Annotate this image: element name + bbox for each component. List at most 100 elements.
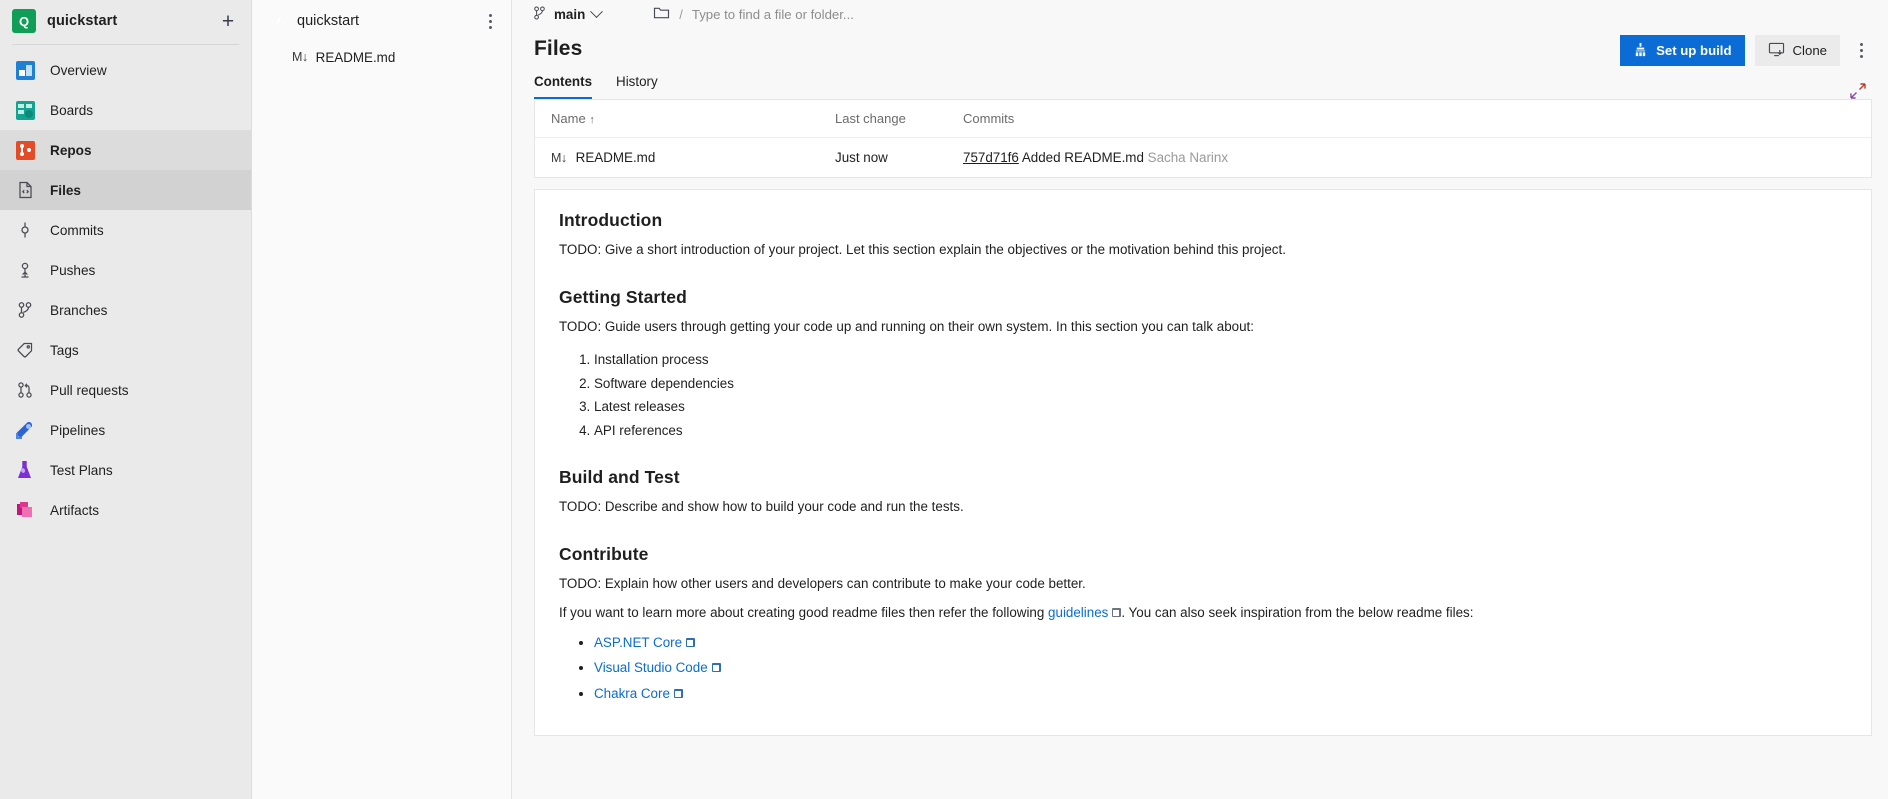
sidebar-item-test-plans[interactable]: Test Plans [0, 450, 251, 490]
sidebar-item-label: Boards [50, 102, 94, 118]
set-up-build-button[interactable]: Set up build [1620, 35, 1745, 66]
more-actions-icon[interactable] [1850, 39, 1872, 63]
readme-paragraph: TODO: Explain how other users and develo… [559, 576, 1086, 592]
sidebar: Q quickstart + Overview Boards Repos Fil… [0, 0, 252, 799]
clone-button[interactable]: Clone [1754, 35, 1840, 66]
test-plans-icon [14, 459, 36, 481]
sidebar-item-label: Files [50, 182, 81, 198]
sidebar-item-boards[interactable]: Boards [0, 90, 251, 130]
sidebar-item-files[interactable]: Files [0, 170, 251, 210]
push-icon [14, 259, 36, 281]
tab-bar: Contents History [534, 74, 1866, 99]
aspnet-core-link[interactable]: ASP.NET Core [594, 635, 682, 650]
external-link-icon [1112, 608, 1122, 618]
more-options-icon[interactable] [479, 9, 501, 33]
list-item: Installation process [594, 350, 1847, 369]
set-up-build-label: Set up build [1656, 43, 1732, 58]
sidebar-item-repos[interactable]: Repos [0, 130, 251, 170]
project-header: Q quickstart + [0, 0, 251, 42]
tree-file-item[interactable]: M↓ README.md [252, 42, 511, 72]
sidebar-item-artifacts[interactable]: Artifacts [0, 490, 251, 530]
project-avatar: Q [12, 9, 36, 33]
sidebar-item-branches[interactable]: Branches [0, 290, 251, 330]
readme-heading: Build and Test [559, 466, 680, 487]
readme-link-list: ASP.NET Core Visual Studio Code Chakra C… [559, 633, 1847, 703]
header-actions: Set up build Clone [1620, 35, 1872, 66]
commit-message: Added README.md [1021, 150, 1144, 165]
clone-icon [1768, 42, 1785, 60]
external-link-icon [711, 663, 721, 673]
sidebar-item-pushes[interactable]: Pushes [0, 250, 251, 290]
path-separator: / [679, 7, 683, 22]
closing-text-before: If you want to learn more about creating… [559, 605, 1049, 621]
branch-name: main [554, 7, 586, 22]
branch-selector[interactable]: main [526, 3, 607, 26]
readme-paragraph: TODO: Guide users through getting your c… [559, 319, 1254, 335]
sidebar-item-label: Repos [50, 142, 92, 158]
markdown-icon: M↓ [551, 150, 567, 165]
readme-closing-paragraph: If you want to learn more about creating… [559, 603, 1847, 623]
file-search-input[interactable]: Type to find a file or folder... [692, 7, 854, 22]
sidebar-item-label: Test Plans [50, 462, 113, 478]
readme-heading: Contribute [559, 544, 649, 565]
overview-icon [14, 59, 36, 81]
file-list-card: Name ↑ Last change Commits M↓ README.md … [534, 99, 1872, 178]
closing-text-after: . You can also seek inspiration from the… [1121, 605, 1474, 621]
sidebar-item-label: Commits [50, 222, 104, 238]
external-link-icon [673, 688, 683, 698]
folder-icon [653, 6, 670, 23]
breadcrumb-bar: main / Type to find a file or folder... [512, 0, 1888, 29]
file-name-link[interactable]: README.md [576, 150, 656, 165]
sidebar-item-label: Pushes [50, 262, 96, 278]
repo-tree-pane: quickstart M↓ README.md [252, 0, 512, 799]
tag-icon [14, 339, 36, 361]
commit-author: Sacha Narinx [1147, 150, 1229, 165]
readme-paragraph: TODO: Give a short introduction of your … [559, 242, 1286, 257]
column-name-label: Name [551, 111, 586, 126]
tab-history[interactable]: History [616, 74, 658, 99]
column-commits[interactable]: Commits [963, 100, 1871, 138]
page-header: Files Contents History Set up build Clon… [512, 29, 1888, 99]
chevron-down-icon [590, 5, 604, 19]
expand-icon[interactable] [1848, 81, 1870, 103]
sidebar-item-label: Overview [50, 62, 107, 78]
cell-file-name: M↓ README.md [535, 138, 835, 178]
sidebar-item-pull-requests[interactable]: Pull requests [0, 370, 251, 410]
chakra-core-link[interactable]: Chakra Core [594, 686, 670, 701]
git-repo-icon [270, 13, 287, 30]
cell-commit: 757d71f6 Added README.md Sacha Narinx [963, 138, 1871, 178]
tree-file-name: README.md [315, 49, 396, 65]
sidebar-item-label: Pipelines [50, 422, 106, 438]
add-icon[interactable]: + [215, 8, 241, 34]
commit-icon [14, 219, 36, 241]
readme-heading: Getting Started [559, 287, 687, 308]
list-item: Visual Studio Code [594, 658, 1847, 678]
branch-icon [14, 299, 36, 321]
table-row[interactable]: M↓ README.md Just now 757d71f6 Added REA… [535, 138, 1871, 178]
sidebar-item-label: Pull requests [50, 382, 129, 398]
readme-paragraph: TODO: Describe and show how to build you… [559, 498, 964, 514]
sidebar-item-overview[interactable]: Overview [0, 50, 251, 90]
list-item: Chakra Core [594, 684, 1847, 704]
path-breadcrumb: / Type to find a file or folder... [653, 6, 854, 23]
column-name[interactable]: Name ↑ [535, 100, 835, 138]
list-item: Latest releases [594, 397, 1847, 416]
tab-contents[interactable]: Contents [534, 74, 593, 99]
sidebar-item-commits[interactable]: Commits [0, 210, 251, 250]
pipelines-icon [14, 419, 36, 441]
sidebar-item-pipelines[interactable]: Pipelines [0, 410, 251, 450]
file-table: Name ↑ Last change Commits M↓ README.md … [535, 100, 1871, 177]
guidelines-link[interactable]: guidelines [1048, 605, 1108, 620]
external-link-icon [686, 638, 696, 648]
column-last-change[interactable]: Last change [835, 100, 963, 138]
readme-heading: Introduction [559, 210, 663, 230]
repo-name[interactable]: quickstart [297, 13, 469, 29]
commit-hash-link[interactable]: 757d71f6 [963, 150, 1019, 165]
sidebar-item-tags[interactable]: Tags [0, 330, 251, 370]
file-code-icon [14, 179, 36, 201]
visual-studio-code-link[interactable]: Visual Studio Code [594, 660, 708, 675]
list-item: API references [594, 421, 1847, 440]
sidebar-item-label: Branches [50, 302, 108, 318]
markdown-icon: M↓ [292, 50, 308, 64]
sidebar-item-label: Artifacts [50, 502, 100, 518]
